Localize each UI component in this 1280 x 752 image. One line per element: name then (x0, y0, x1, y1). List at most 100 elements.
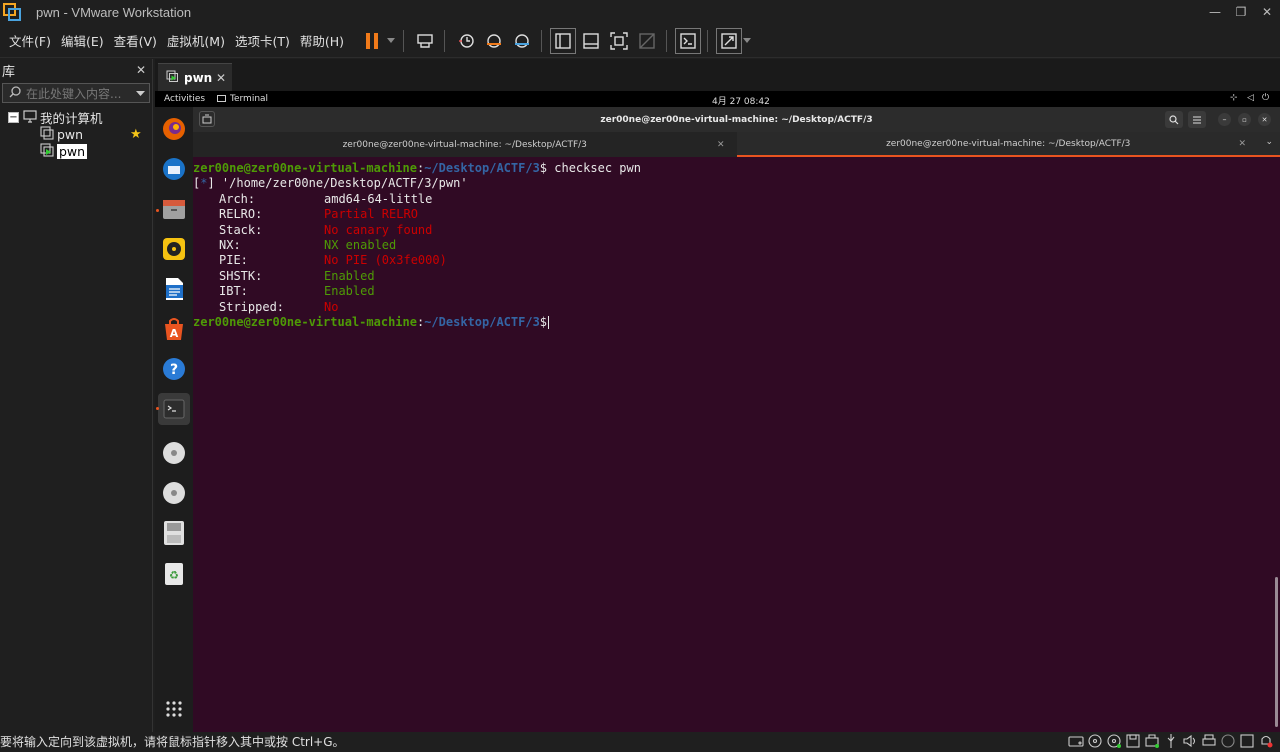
power-icon[interactable]: ⏻ (1262, 93, 1269, 103)
device-icons (1068, 733, 1274, 749)
rhythmbox-icon[interactable] (158, 233, 190, 265)
menu-view[interactable]: 查看(V) (109, 31, 162, 50)
unity-icon[interactable] (634, 28, 660, 54)
floppy-disk-icon[interactable] (158, 517, 190, 549)
terminal-dock-icon[interactable] (158, 393, 190, 425)
power-dropdown-icon[interactable] (385, 28, 397, 54)
stretch-icon[interactable] (716, 28, 742, 54)
prompt-path: ~/Desktop/ACTF/3 (424, 161, 540, 175)
activities-button[interactable]: Activities (164, 94, 205, 104)
svg-text:♻: ♻ (169, 569, 179, 582)
checksec-key: SHSTK: (219, 269, 324, 284)
gnome-top-bar: Activities Terminal 4月 27 08:42 ⊹ ◁ ⏻ (155, 91, 1280, 107)
console-icon[interactable] (675, 28, 701, 54)
notification-icon[interactable] (1258, 733, 1274, 749)
command-text: checksec pwn (547, 161, 641, 175)
svg-text:?: ? (170, 362, 178, 378)
terminal-search-icon[interactable] (1165, 111, 1183, 128)
terminal-minimize-button[interactable]: – (1218, 113, 1231, 126)
send-ctrl-alt-del-icon[interactable] (412, 28, 438, 54)
menu-help[interactable]: 帮助(H) (295, 31, 349, 50)
status-text: 要将输入定向到该虚拟机，请将鼠标指针移入其中或按 Ctrl+G。 (0, 733, 345, 750)
checksec-row: PIE:No PIE (0x3fe000) (193, 253, 1280, 268)
checksec-value: Enabled (324, 269, 375, 283)
dvd-drive-icon[interactable] (158, 437, 190, 469)
usb-icon[interactable] (1163, 733, 1179, 749)
help-icon[interactable]: ? (158, 353, 190, 385)
libreoffice-writer-icon[interactable] (158, 273, 190, 305)
sound-icon[interactable] (1182, 733, 1198, 749)
close-button[interactable]: ✕ (1254, 0, 1280, 24)
cd-icon[interactable] (1087, 733, 1103, 749)
hdd-icon[interactable] (1068, 733, 1084, 749)
stretch-dropdown-icon[interactable] (742, 28, 752, 54)
library-title: 库 (2, 61, 15, 80)
trash-icon[interactable]: ♻ (158, 557, 190, 589)
terminal-close-button[interactable]: ✕ (1258, 113, 1271, 126)
checksec-key: IBT: (219, 284, 324, 299)
menu-file[interactable]: 文件(F) (4, 31, 56, 50)
command-line: zer00ne@zer00ne-virtual-machine:~/Deskto… (193, 161, 1280, 176)
menu-vm[interactable]: 虚拟机(M) (162, 31, 230, 50)
printer-icon[interactable] (1201, 733, 1217, 749)
terminal-tab-2-active[interactable]: zer00ne@zer00ne-virtual-machine: ~/Deskt… (737, 132, 1280, 157)
snapshot-icon[interactable] (453, 28, 479, 54)
cd-2-icon[interactable] (1106, 733, 1122, 749)
vm-tab-close-icon[interactable]: ✕ (216, 71, 226, 85)
tree-my-computer[interactable]: − 我的计算机 (0, 109, 152, 126)
floppy-icon[interactable] (1125, 733, 1141, 749)
vm-tab-icon (166, 70, 179, 86)
search-dropdown-icon[interactable] (136, 86, 149, 100)
menu-tabs[interactable]: 选项卡(T) (230, 31, 295, 50)
checksec-value: Enabled (324, 284, 375, 298)
clock[interactable]: 4月 27 08:42 (712, 94, 770, 107)
vm-tab-label: pwn (184, 71, 212, 85)
active-app-label[interactable]: Terminal (230, 94, 268, 104)
vm-area: pwn ✕ Activities Terminal 4月 27 08:42 ⊹ … (155, 59, 1280, 732)
terminal-app-icon (217, 95, 226, 102)
revert-snapshot-icon[interactable] (481, 28, 507, 54)
computer-icon (23, 110, 37, 126)
collapse-icon[interactable]: − (8, 112, 19, 123)
minimize-button[interactable]: — (1202, 0, 1228, 24)
prompt-user: zer00ne@zer00ne-virtual-machine (193, 161, 417, 175)
terminal-tab-bar: zer00ne@zer00ne-virtual-machine: ~/Deskt… (193, 132, 1280, 157)
title-bar: pwn - VMware Workstation — ❐ ✕ (0, 0, 1280, 24)
terminal-scrollbar[interactable] (1275, 577, 1278, 727)
new-tab-icon[interactable] (199, 111, 215, 127)
tree-item-label: pwn (57, 127, 83, 142)
network-adapter-icon[interactable] (1144, 733, 1160, 749)
thumbnail-bar-icon[interactable] (578, 28, 604, 54)
show-apps-grid-icon[interactable] (158, 693, 190, 725)
fullscreen-icon[interactable] (606, 28, 632, 54)
library-close-icon[interactable]: ✕ (136, 63, 146, 77)
firefox-icon[interactable] (158, 113, 190, 145)
vm-running-icon (40, 143, 54, 160)
library-search-input[interactable]: 在此处键入内容... (2, 83, 150, 103)
tree-item-pwn-running[interactable]: pwn (40, 143, 152, 160)
network-icon[interactable]: ⊹ (1230, 93, 1238, 103)
volume-icon[interactable]: ◁ (1247, 93, 1254, 103)
terminal-tab-close-icon[interactable]: ✕ (717, 140, 725, 150)
vm-tab-pwn[interactable]: pwn ✕ (158, 63, 232, 91)
terminal-output[interactable]: zer00ne@zer00ne-virtual-machine:~/Deskto… (193, 157, 1280, 330)
pause-button[interactable] (359, 28, 385, 54)
files-icon[interactable] (158, 193, 190, 225)
menu-edit[interactable]: 编辑(E) (56, 31, 109, 50)
app-center-icon[interactable]: A (158, 313, 190, 345)
tab-overflow-chevron-icon[interactable]: ⌄ (1265, 137, 1273, 147)
checksec-key: PIE: (219, 253, 324, 268)
show-library-icon[interactable] (550, 28, 576, 54)
thunderbird-icon[interactable] (158, 153, 190, 185)
terminal-tab-close-icon[interactable]: ✕ (1238, 139, 1246, 149)
terminal-tab-1[interactable]: zer00ne@zer00ne-virtual-machine: ~/Deskt… (193, 132, 737, 157)
terminal-window[interactable]: zer00ne@zer00ne-virtual-machine: ~/Deskt… (193, 107, 1280, 732)
restore-button[interactable]: ❐ (1228, 0, 1254, 24)
display-icon[interactable] (1220, 733, 1236, 749)
dvd-drive-2-icon[interactable] (158, 477, 190, 509)
terminal-maximize-button[interactable]: ▫ (1238, 113, 1251, 126)
snapshot-manager-icon[interactable] (509, 28, 535, 54)
tree-item-pwn[interactable]: pwn ★ (40, 126, 152, 143)
hamburger-menu-icon[interactable] (1188, 111, 1206, 128)
fullscreen-toggle-icon[interactable] (1239, 733, 1255, 749)
